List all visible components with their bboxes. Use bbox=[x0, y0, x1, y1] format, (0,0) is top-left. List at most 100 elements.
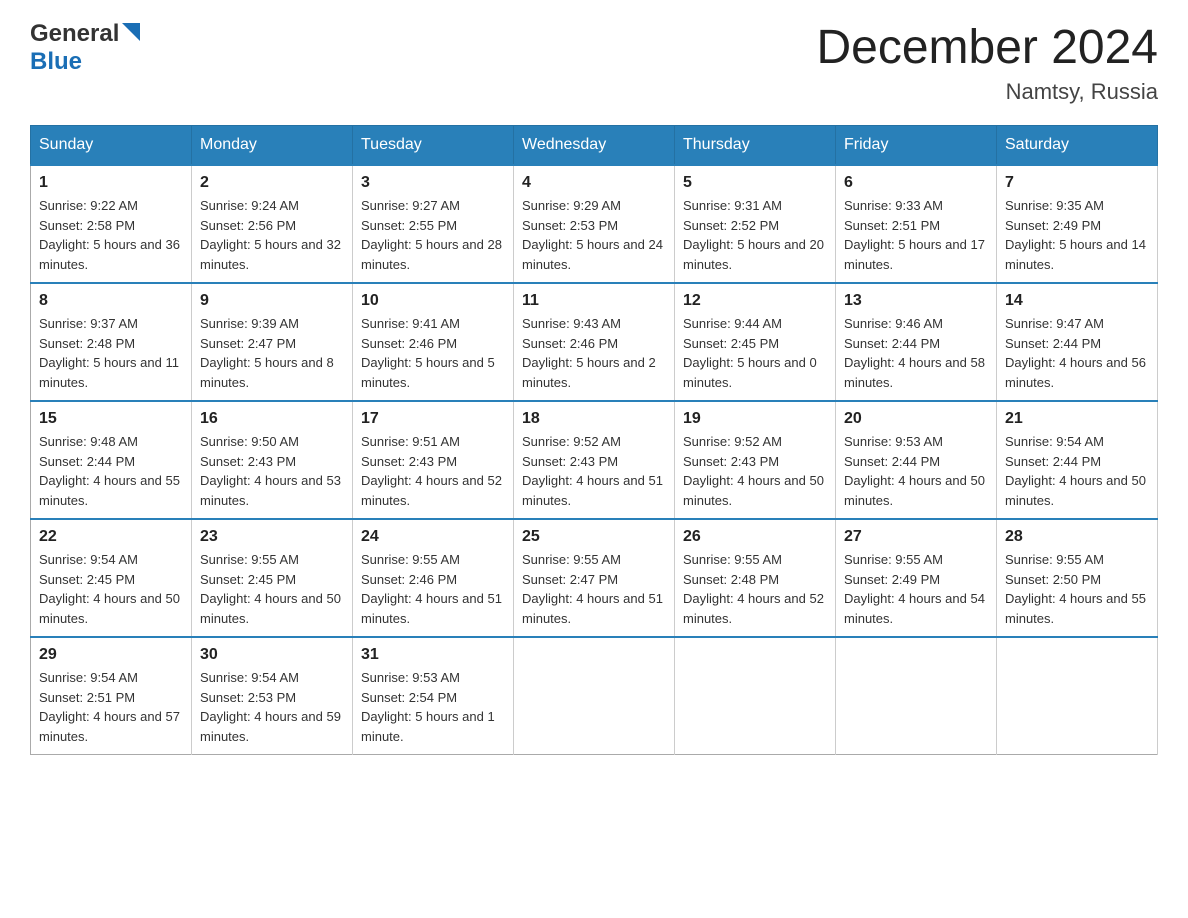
calendar-cell: 14 Sunrise: 9:47 AM Sunset: 2:44 PM Dayl… bbox=[997, 283, 1158, 401]
day-info: Sunrise: 9:35 AM Sunset: 2:49 PM Dayligh… bbox=[1005, 196, 1149, 274]
day-number: 3 bbox=[361, 174, 505, 192]
calendar-cell bbox=[836, 637, 997, 755]
calendar-cell: 9 Sunrise: 9:39 AM Sunset: 2:47 PM Dayli… bbox=[192, 283, 353, 401]
page-header: General Blue December 2024 Namtsy, Russi… bbox=[30, 20, 1158, 105]
calendar-cell: 15 Sunrise: 9:48 AM Sunset: 2:44 PM Dayl… bbox=[31, 401, 192, 519]
day-number: 5 bbox=[683, 174, 827, 192]
day-number: 7 bbox=[1005, 174, 1149, 192]
calendar-cell: 18 Sunrise: 9:52 AM Sunset: 2:43 PM Dayl… bbox=[514, 401, 675, 519]
calendar-week-row: 29 Sunrise: 9:54 AM Sunset: 2:51 PM Dayl… bbox=[31, 637, 1158, 755]
day-info: Sunrise: 9:54 AM Sunset: 2:53 PM Dayligh… bbox=[200, 668, 344, 746]
calendar-cell: 24 Sunrise: 9:55 AM Sunset: 2:46 PM Dayl… bbox=[353, 519, 514, 637]
col-header-tuesday: Tuesday bbox=[353, 126, 514, 166]
day-number: 26 bbox=[683, 528, 827, 546]
calendar-cell: 16 Sunrise: 9:50 AM Sunset: 2:43 PM Dayl… bbox=[192, 401, 353, 519]
calendar-cell: 8 Sunrise: 9:37 AM Sunset: 2:48 PM Dayli… bbox=[31, 283, 192, 401]
col-header-saturday: Saturday bbox=[997, 126, 1158, 166]
calendar-cell: 6 Sunrise: 9:33 AM Sunset: 2:51 PM Dayli… bbox=[836, 165, 997, 283]
calendar-cell: 23 Sunrise: 9:55 AM Sunset: 2:45 PM Dayl… bbox=[192, 519, 353, 637]
day-info: Sunrise: 9:33 AM Sunset: 2:51 PM Dayligh… bbox=[844, 196, 988, 274]
day-info: Sunrise: 9:47 AM Sunset: 2:44 PM Dayligh… bbox=[1005, 314, 1149, 392]
calendar-cell: 10 Sunrise: 9:41 AM Sunset: 2:46 PM Dayl… bbox=[353, 283, 514, 401]
calendar-cell: 21 Sunrise: 9:54 AM Sunset: 2:44 PM Dayl… bbox=[997, 401, 1158, 519]
day-info: Sunrise: 9:53 AM Sunset: 2:44 PM Dayligh… bbox=[844, 432, 988, 510]
calendar-cell: 12 Sunrise: 9:44 AM Sunset: 2:45 PM Dayl… bbox=[675, 283, 836, 401]
logo-blue-text: Blue bbox=[30, 48, 82, 76]
day-info: Sunrise: 9:43 AM Sunset: 2:46 PM Dayligh… bbox=[522, 314, 666, 392]
day-number: 24 bbox=[361, 528, 505, 546]
day-number: 23 bbox=[200, 528, 344, 546]
calendar-cell: 29 Sunrise: 9:54 AM Sunset: 2:51 PM Dayl… bbox=[31, 637, 192, 755]
calendar-cell bbox=[997, 637, 1158, 755]
day-info: Sunrise: 9:24 AM Sunset: 2:56 PM Dayligh… bbox=[200, 196, 344, 274]
day-info: Sunrise: 9:27 AM Sunset: 2:55 PM Dayligh… bbox=[361, 196, 505, 274]
day-number: 19 bbox=[683, 410, 827, 428]
logo-arrow-icon bbox=[122, 23, 140, 46]
day-info: Sunrise: 9:37 AM Sunset: 2:48 PM Dayligh… bbox=[39, 314, 183, 392]
calendar-cell: 22 Sunrise: 9:54 AM Sunset: 2:45 PM Dayl… bbox=[31, 519, 192, 637]
day-number: 8 bbox=[39, 292, 183, 310]
day-number: 15 bbox=[39, 410, 183, 428]
day-info: Sunrise: 9:55 AM Sunset: 2:49 PM Dayligh… bbox=[844, 550, 988, 628]
calendar-cell: 27 Sunrise: 9:55 AM Sunset: 2:49 PM Dayl… bbox=[836, 519, 997, 637]
day-number: 16 bbox=[200, 410, 344, 428]
day-number: 10 bbox=[361, 292, 505, 310]
day-info: Sunrise: 9:53 AM Sunset: 2:54 PM Dayligh… bbox=[361, 668, 505, 746]
calendar-week-row: 1 Sunrise: 9:22 AM Sunset: 2:58 PM Dayli… bbox=[31, 165, 1158, 283]
day-number: 6 bbox=[844, 174, 988, 192]
calendar-cell: 26 Sunrise: 9:55 AM Sunset: 2:48 PM Dayl… bbox=[675, 519, 836, 637]
day-info: Sunrise: 9:55 AM Sunset: 2:48 PM Dayligh… bbox=[683, 550, 827, 628]
day-info: Sunrise: 9:51 AM Sunset: 2:43 PM Dayligh… bbox=[361, 432, 505, 510]
logo-general-text: General bbox=[30, 20, 119, 48]
day-number: 30 bbox=[200, 646, 344, 664]
day-number: 22 bbox=[39, 528, 183, 546]
logo: General Blue bbox=[30, 20, 140, 76]
day-number: 17 bbox=[361, 410, 505, 428]
calendar-cell: 4 Sunrise: 9:29 AM Sunset: 2:53 PM Dayli… bbox=[514, 165, 675, 283]
col-header-wednesday: Wednesday bbox=[514, 126, 675, 166]
calendar-week-row: 8 Sunrise: 9:37 AM Sunset: 2:48 PM Dayli… bbox=[31, 283, 1158, 401]
day-info: Sunrise: 9:46 AM Sunset: 2:44 PM Dayligh… bbox=[844, 314, 988, 392]
col-header-sunday: Sunday bbox=[31, 126, 192, 166]
calendar-cell: 13 Sunrise: 9:46 AM Sunset: 2:44 PM Dayl… bbox=[836, 283, 997, 401]
calendar-cell: 19 Sunrise: 9:52 AM Sunset: 2:43 PM Dayl… bbox=[675, 401, 836, 519]
day-number: 20 bbox=[844, 410, 988, 428]
day-number: 28 bbox=[1005, 528, 1149, 546]
day-number: 31 bbox=[361, 646, 505, 664]
day-info: Sunrise: 9:55 AM Sunset: 2:50 PM Dayligh… bbox=[1005, 550, 1149, 628]
calendar-cell: 31 Sunrise: 9:53 AM Sunset: 2:54 PM Dayl… bbox=[353, 637, 514, 755]
col-header-thursday: Thursday bbox=[675, 126, 836, 166]
calendar-cell: 20 Sunrise: 9:53 AM Sunset: 2:44 PM Dayl… bbox=[836, 401, 997, 519]
calendar-week-row: 15 Sunrise: 9:48 AM Sunset: 2:44 PM Dayl… bbox=[31, 401, 1158, 519]
day-number: 21 bbox=[1005, 410, 1149, 428]
day-number: 1 bbox=[39, 174, 183, 192]
calendar-cell: 1 Sunrise: 9:22 AM Sunset: 2:58 PM Dayli… bbox=[31, 165, 192, 283]
calendar-cell: 30 Sunrise: 9:54 AM Sunset: 2:53 PM Dayl… bbox=[192, 637, 353, 755]
day-info: Sunrise: 9:52 AM Sunset: 2:43 PM Dayligh… bbox=[683, 432, 827, 510]
day-info: Sunrise: 9:52 AM Sunset: 2:43 PM Dayligh… bbox=[522, 432, 666, 510]
calendar-cell: 28 Sunrise: 9:55 AM Sunset: 2:50 PM Dayl… bbox=[997, 519, 1158, 637]
day-number: 11 bbox=[522, 292, 666, 310]
calendar-table: SundayMondayTuesdayWednesdayThursdayFrid… bbox=[30, 125, 1158, 755]
day-info: Sunrise: 9:55 AM Sunset: 2:47 PM Dayligh… bbox=[522, 550, 666, 628]
calendar-cell: 25 Sunrise: 9:55 AM Sunset: 2:47 PM Dayl… bbox=[514, 519, 675, 637]
col-header-friday: Friday bbox=[836, 126, 997, 166]
day-number: 29 bbox=[39, 646, 183, 664]
day-info: Sunrise: 9:55 AM Sunset: 2:46 PM Dayligh… bbox=[361, 550, 505, 628]
calendar-week-row: 22 Sunrise: 9:54 AM Sunset: 2:45 PM Dayl… bbox=[31, 519, 1158, 637]
day-number: 13 bbox=[844, 292, 988, 310]
col-header-monday: Monday bbox=[192, 126, 353, 166]
day-info: Sunrise: 9:55 AM Sunset: 2:45 PM Dayligh… bbox=[200, 550, 344, 628]
day-info: Sunrise: 9:54 AM Sunset: 2:45 PM Dayligh… bbox=[39, 550, 183, 628]
day-info: Sunrise: 9:54 AM Sunset: 2:44 PM Dayligh… bbox=[1005, 432, 1149, 510]
calendar-cell bbox=[675, 637, 836, 755]
day-number: 12 bbox=[683, 292, 827, 310]
day-info: Sunrise: 9:39 AM Sunset: 2:47 PM Dayligh… bbox=[200, 314, 344, 392]
calendar-cell: 17 Sunrise: 9:51 AM Sunset: 2:43 PM Dayl… bbox=[353, 401, 514, 519]
day-info: Sunrise: 9:50 AM Sunset: 2:43 PM Dayligh… bbox=[200, 432, 344, 510]
day-info: Sunrise: 9:41 AM Sunset: 2:46 PM Dayligh… bbox=[361, 314, 505, 392]
calendar-cell: 5 Sunrise: 9:31 AM Sunset: 2:52 PM Dayli… bbox=[675, 165, 836, 283]
day-number: 4 bbox=[522, 174, 666, 192]
calendar-cell bbox=[514, 637, 675, 755]
day-number: 9 bbox=[200, 292, 344, 310]
